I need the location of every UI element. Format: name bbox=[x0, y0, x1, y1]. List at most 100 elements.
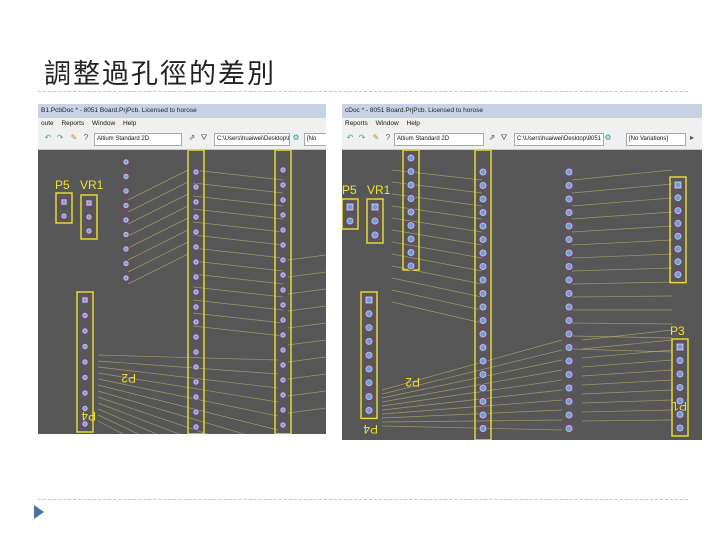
via-hole bbox=[566, 264, 572, 269]
pencil-icon[interactable]: ✎ bbox=[70, 134, 78, 142]
trace bbox=[391, 289, 483, 311]
trace bbox=[581, 419, 673, 422]
via-hole bbox=[566, 426, 572, 431]
trace bbox=[192, 195, 284, 207]
via-hole bbox=[83, 345, 87, 348]
menu-item-reports[interactable]: Reports bbox=[345, 118, 368, 129]
trace bbox=[127, 193, 189, 225]
silkscreen-outline bbox=[669, 176, 687, 284]
trace bbox=[287, 305, 326, 312]
trace bbox=[581, 399, 673, 404]
trace bbox=[127, 169, 189, 201]
menu-item-window[interactable]: Window bbox=[376, 118, 399, 129]
via-hole bbox=[408, 209, 414, 215]
pcb-screenshot-left: B1.PcbDoc * - 8051 Board.PrjPcb. License… bbox=[38, 104, 326, 434]
via-hole bbox=[675, 272, 681, 278]
pencil-icon[interactable]: ✎ bbox=[372, 134, 380, 142]
pcb-canvas[interactable]: P5 VR1 P2 P1 P4 P3 bbox=[342, 150, 702, 440]
more-icon[interactable]: ▸ bbox=[688, 134, 696, 142]
via-hole bbox=[366, 352, 372, 358]
via-hole bbox=[124, 160, 128, 164]
via-hole bbox=[480, 385, 486, 391]
via-hole bbox=[281, 288, 285, 292]
trace bbox=[127, 181, 189, 213]
via-hole bbox=[480, 277, 486, 283]
view-mode-select[interactable]: Altium Standard 2D bbox=[94, 133, 182, 146]
via-hole bbox=[675, 195, 681, 201]
filter-icon[interactable]: ⛛ bbox=[200, 134, 208, 142]
via-hole bbox=[281, 228, 285, 232]
trace bbox=[127, 229, 189, 261]
via-hole bbox=[566, 250, 572, 256]
menu-bar: oute Reports Window Help bbox=[38, 118, 326, 129]
via-hole bbox=[281, 318, 285, 322]
via-hole bbox=[675, 182, 681, 188]
help-icon[interactable]: ? bbox=[384, 134, 392, 142]
label-vr1: VR1 bbox=[80, 178, 104, 192]
select-tool-icon[interactable]: ⇗ bbox=[488, 134, 496, 142]
via-hole bbox=[480, 196, 486, 202]
via-hole bbox=[194, 350, 198, 354]
via-hole bbox=[194, 410, 198, 414]
path-field[interactable]: C:\Users\huaiwei\Desktop\8051 bbox=[214, 133, 290, 146]
via-hole bbox=[83, 360, 87, 364]
via-hole bbox=[124, 233, 128, 236]
via-hole bbox=[408, 155, 414, 161]
label-vr1: VR1 bbox=[367, 183, 391, 197]
trace bbox=[571, 183, 673, 194]
via-hole bbox=[366, 380, 372, 386]
trace bbox=[571, 253, 673, 259]
filter-icon[interactable]: ⛛ bbox=[500, 134, 508, 142]
via-hole bbox=[677, 412, 683, 417]
trace bbox=[192, 299, 284, 311]
menu-item-help[interactable]: Help bbox=[407, 118, 420, 129]
via-hole bbox=[566, 358, 572, 364]
via-hole bbox=[281, 423, 285, 427]
redo-icon[interactable]: ↷ bbox=[358, 134, 366, 142]
bottom-divider bbox=[38, 499, 688, 500]
menu-item-window[interactable]: Window bbox=[92, 118, 115, 129]
via-hole bbox=[480, 345, 486, 350]
via-hole bbox=[480, 399, 486, 404]
undo-icon[interactable]: ↶ bbox=[346, 134, 354, 142]
trace bbox=[287, 339, 326, 346]
via-hole bbox=[281, 348, 285, 352]
via-hole bbox=[480, 291, 486, 296]
undo-icon[interactable]: ↶ bbox=[44, 134, 52, 142]
gear-icon[interactable]: ⚙ bbox=[292, 134, 300, 142]
via-hole bbox=[281, 333, 285, 337]
window-titlebar: cDoc * - 8051 Board.PrjPcb. Licensed to … bbox=[342, 104, 702, 118]
select-tool-icon[interactable]: ⇗ bbox=[188, 134, 196, 142]
trace bbox=[391, 277, 483, 298]
gear-icon[interactable]: ⚙ bbox=[604, 134, 612, 142]
via-hole bbox=[366, 394, 372, 400]
via-hole bbox=[480, 372, 486, 377]
via-hole bbox=[366, 311, 372, 317]
via-hole bbox=[677, 344, 683, 350]
trace bbox=[192, 286, 284, 298]
label-p5: P5 bbox=[55, 178, 70, 192]
variant-select[interactable]: [No bbox=[304, 133, 326, 146]
via-hole bbox=[281, 198, 285, 202]
trace bbox=[381, 409, 563, 419]
menu-item-help[interactable]: Help bbox=[123, 118, 136, 129]
pcb-screenshot-right: cDoc * - 8051 Board.PrjPcb. Licensed to … bbox=[342, 104, 702, 440]
via-hole bbox=[480, 250, 486, 256]
path-field[interactable]: C:\Users\huaiwei\Desktop\8051 bbox=[514, 133, 604, 146]
menu-item-route[interactable]: oute bbox=[41, 118, 54, 129]
via-hole bbox=[281, 378, 285, 382]
label-p5: P5 bbox=[342, 183, 357, 197]
pcb-canvas[interactable]: P5 VR1 P2 P4 bbox=[38, 150, 326, 434]
menu-item-reports[interactable]: Reports bbox=[61, 118, 84, 129]
help-icon[interactable]: ? bbox=[82, 134, 90, 142]
trace bbox=[571, 197, 673, 207]
via-hole bbox=[372, 204, 378, 210]
label-p2: P2 bbox=[121, 371, 136, 385]
variant-select[interactable]: [No Variations] bbox=[626, 133, 686, 146]
via-hole bbox=[124, 247, 128, 251]
redo-icon[interactable]: ↷ bbox=[56, 134, 64, 142]
via-hole bbox=[677, 398, 683, 404]
view-mode-select[interactable]: Altium Standard 2D bbox=[394, 133, 484, 146]
via-hole bbox=[408, 196, 414, 201]
via-hole bbox=[566, 183, 572, 188]
